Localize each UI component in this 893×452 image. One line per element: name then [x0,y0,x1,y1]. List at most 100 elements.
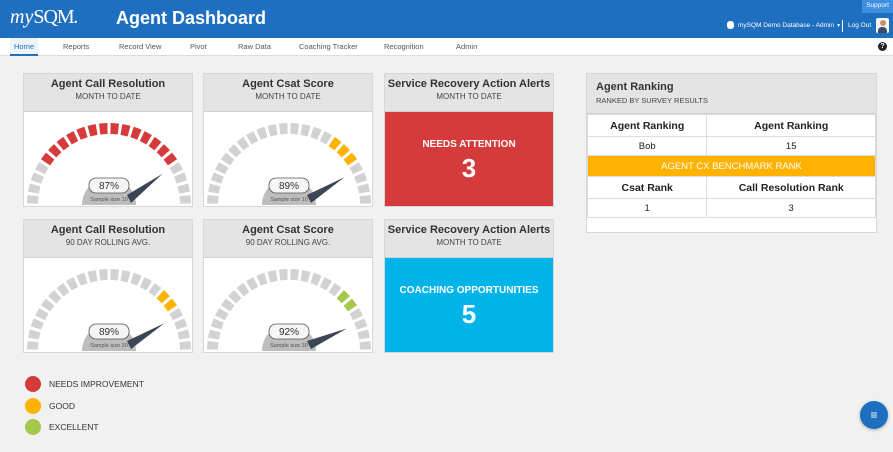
gauge-segment [236,282,250,297]
gauge-value-label: 92% [279,327,299,338]
gauge-segment [30,318,44,330]
page-title: Agent Dashboard [116,8,267,28]
database-label: mySQM Demo Database - Admin [738,21,835,29]
gauge-segment [267,270,278,283]
card-title: Service Recovery Action Alerts [387,78,551,90]
gauge-segment [349,162,363,175]
gauge-segment [169,308,183,321]
gauge-segment [357,183,370,194]
gauge-segment [27,195,39,204]
logo-sqm: SQM [33,6,74,28]
gauge-segment [30,172,44,184]
logo-my: my [10,6,34,28]
gauge-segment [156,290,170,304]
gauge-segment [48,290,62,304]
top-bar: mySQM. Agent Dashboard Support mySQM Dem… [0,0,893,38]
agent-ranking-panel: Agent Ranking RANKED BY SURVEY RESULTS A… [586,73,877,233]
tab-admin[interactable]: Admin [456,38,477,56]
tab-record-view[interactable]: Record View [119,38,161,56]
gauge-segment [228,144,242,158]
header-divider [842,20,843,32]
help-icon[interactable]: ? [878,42,887,51]
table-cell: 1 [586,198,708,218]
gauge-segment [148,282,162,297]
gauge-segment [215,162,229,175]
gauge-segment [319,131,332,145]
alert-label: COACHING OPPORTUNITIES [399,285,539,296]
tab-reports[interactable]: Reports [63,38,89,56]
menu-fab-button[interactable]: ≡ [860,401,888,429]
gauge-segment [169,162,183,175]
legend-item-excellent: EXCELLENT [25,419,99,435]
gauge-segment [99,269,108,281]
gauge-segment [279,123,288,135]
gauge-segment [76,272,88,286]
gauge-segment [28,329,41,340]
gauge-segment [215,308,229,321]
card-title: Service Recovery Action Alerts [387,224,551,236]
gauge-segment [87,270,98,283]
tab-recognition[interactable]: Recognition [384,38,424,56]
gauge-sample-size: Sample size 10 [90,197,128,203]
logo[interactable]: mySQM. [10,6,79,29]
gauge-segment [349,308,363,321]
gauge-segment [139,131,152,145]
gauge-segment [279,269,288,281]
logout-link[interactable]: Log Out [848,22,871,29]
legend-item-good: GOOD [25,398,75,414]
gauge-segment [319,277,332,291]
benchmark-banner: AGENT CX BENCHMARK RANK [587,155,876,177]
chevron-down-icon: ▾ [837,22,841,29]
gauge-segment [328,136,342,151]
legend-label: GOOD [49,401,75,411]
gauge-segment [300,124,311,137]
gauge-segment [256,126,268,140]
database-icon [727,21,734,29]
ranking-table: Agent Ranking Agent Ranking Bob 15 AGENT… [586,114,876,218]
tab-coaching-tracker[interactable]: Coaching Tracker [299,38,358,56]
card-title: Agent Csat Score [242,224,334,236]
gauge-segment [336,144,350,158]
legend-item-needs-improvement: NEEDS IMPROVEMENT [25,376,144,392]
gauge-segment [177,329,190,340]
gauge-sample-size: Sample size 30 [90,343,128,349]
tab-home[interactable]: Home [10,38,39,56]
logo-suffix: . [73,6,79,28]
gauge-segment [357,329,370,340]
gauge-segment [290,123,299,135]
gauge-segment [156,144,170,158]
gauge-segment [328,282,342,297]
table-cell: Bob [586,136,708,156]
gauge-segment [48,144,62,158]
tab-pivot[interactable]: Pivot [190,38,207,56]
gauge-segment [310,272,322,286]
gauge-segment [27,341,39,350]
legend-swatch [25,376,41,392]
gauge-segment [139,277,152,291]
alert-card-coaching-opportunities[interactable]: Service Recovery Action Alerts MONTH TO D… [384,219,554,353]
gauge-segment [208,329,221,340]
database-selector[interactable]: mySQM Demo Database - Admin ▾ [727,21,840,29]
legend-swatch [25,419,41,435]
tab-raw-data[interactable]: Raw Data [238,38,271,56]
gauge-card-csat-mtd: Agent Csat Score MONTH TO DATE 89% Sample … [203,73,373,207]
gauge-segment [343,298,358,312]
gauge-segment [56,136,70,151]
gauge-segment [267,124,278,137]
gauge-segment [163,298,178,312]
card-title: Agent Call Resolution [50,78,166,90]
gauge-segment [256,272,268,286]
gauge-value-label: 89% [279,181,299,192]
gauge-segment [99,123,108,135]
gauge-chart: 89% Sample size 30 [27,269,191,351]
support-link[interactable]: Support [862,0,893,13]
card-subtitle: 90 DAY ROLLING AVG. [245,238,331,247]
gauge-segment [174,172,188,184]
gauge-card-call-resolution-90day: Agent Call Resolution 90 DAY ROLLING AVG.… [23,219,193,353]
gauge-segment [246,131,259,145]
alert-body: COACHING OPPORTUNITIES 5 [385,258,553,352]
avatar[interactable] [876,18,889,33]
gauge-segment [246,277,259,291]
alert-card-needs-attention[interactable]: Service Recovery Action Alerts MONTH TO D… [384,73,554,207]
gauge-segment [300,270,311,283]
